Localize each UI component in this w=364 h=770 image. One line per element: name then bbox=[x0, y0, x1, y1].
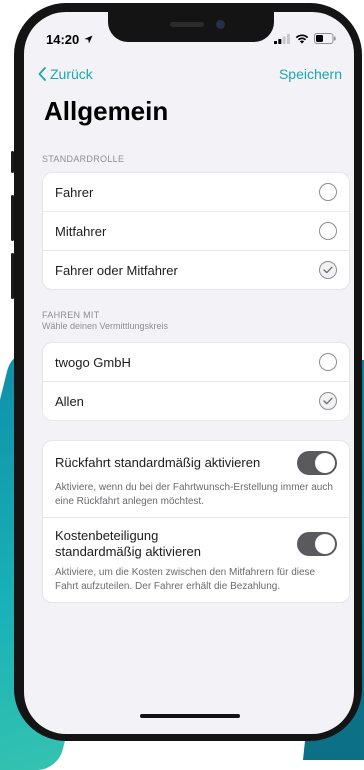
toggle-setting-kostenbeteiligung: Kostenbeteiligung standardmäßig aktivier… bbox=[43, 518, 349, 602]
back-button-label: Zurück bbox=[50, 66, 93, 82]
toggle-label: Rückfahrt standardmäßig aktivieren bbox=[55, 455, 261, 470]
radio-unchecked-icon[interactable] bbox=[319, 222, 337, 240]
back-button[interactable]: Zurück bbox=[38, 66, 93, 82]
list-item-fahrer[interactable]: Fahrer bbox=[43, 173, 349, 212]
list-item-twogo-gmbh[interactable]: twogo GmbH bbox=[43, 343, 349, 382]
home-indicator[interactable] bbox=[140, 714, 240, 718]
save-button[interactable]: Speichern bbox=[279, 66, 342, 82]
rueckfahrt-toggle-switch[interactable] bbox=[297, 451, 337, 475]
radio-checked-icon[interactable] bbox=[319, 261, 337, 279]
toggle-label: Kostenbeteiligung standardmäßig aktivier… bbox=[55, 528, 201, 559]
status-bar-icons bbox=[274, 33, 336, 44]
chevron-left-icon bbox=[38, 67, 46, 81]
checkmark-icon bbox=[323, 266, 333, 274]
toggle-knob bbox=[315, 534, 335, 554]
notch bbox=[108, 12, 274, 42]
front-camera bbox=[216, 20, 225, 29]
status-bar-time: 14:20 bbox=[46, 32, 93, 47]
page-title: Allgemein bbox=[44, 96, 169, 126]
radio-checked-icon[interactable] bbox=[319, 392, 337, 410]
section-subtitle: Wähle deinen Vermittlungskreis bbox=[42, 321, 169, 331]
list-item-label: twogo GmbH bbox=[55, 354, 131, 370]
kostenbeteiligung-toggle-switch[interactable] bbox=[297, 532, 337, 556]
toggle-settings-group: Rückfahrt standardmäßig aktivieren Aktiv… bbox=[42, 440, 350, 603]
radio-unchecked-icon[interactable] bbox=[319, 183, 337, 201]
radio-unchecked-icon[interactable] bbox=[319, 353, 337, 371]
list-item-label: Allen bbox=[55, 393, 84, 409]
mute-switch bbox=[11, 151, 14, 173]
section-header-fahren-mit: FAHREN MIT Wähle deinen Vermittlungskrei… bbox=[42, 310, 168, 332]
speaker-grille bbox=[170, 22, 204, 27]
list-item-label: Mitfahrer bbox=[55, 223, 107, 239]
list-item-mitfahrer[interactable]: Mitfahrer bbox=[43, 212, 349, 251]
fahren-mit-group: twogo GmbH Allen bbox=[42, 342, 350, 421]
battery-icon bbox=[314, 33, 336, 44]
toggle-knob bbox=[315, 453, 335, 473]
section-header-standardrolle: STANDARDROLLE bbox=[42, 154, 125, 164]
checkmark-icon bbox=[323, 397, 333, 405]
toggle-description: Aktiviere, um die Kosten zwischen den Mi… bbox=[55, 567, 316, 592]
standardrolle-group: Fahrer Mitfahrer Fahrer oder Mitfahrer bbox=[42, 172, 350, 290]
list-item-allen[interactable]: Allen bbox=[43, 382, 349, 420]
volume-up-button bbox=[11, 195, 14, 241]
section-title: FAHREN MIT bbox=[42, 310, 100, 320]
list-item-label: Fahrer oder Mitfahrer bbox=[55, 262, 178, 278]
volume-down-button bbox=[11, 253, 14, 299]
wifi-icon bbox=[295, 33, 309, 44]
toggle-description: Aktiviere, wenn du bei der Fahrtwunsch-E… bbox=[55, 482, 333, 507]
signal-icon bbox=[274, 33, 290, 44]
app-screen: 14:20 Zurück Speichern Allgemein STANDAR… bbox=[24, 12, 354, 734]
list-item-label: Fahrer bbox=[55, 184, 94, 200]
list-item-fahrer-oder-mitfahrer[interactable]: Fahrer oder Mitfahrer bbox=[43, 251, 349, 289]
location-arrow-icon bbox=[84, 35, 93, 44]
toggle-setting-rueckfahrt: Rückfahrt standardmäßig aktivieren Aktiv… bbox=[43, 441, 349, 518]
